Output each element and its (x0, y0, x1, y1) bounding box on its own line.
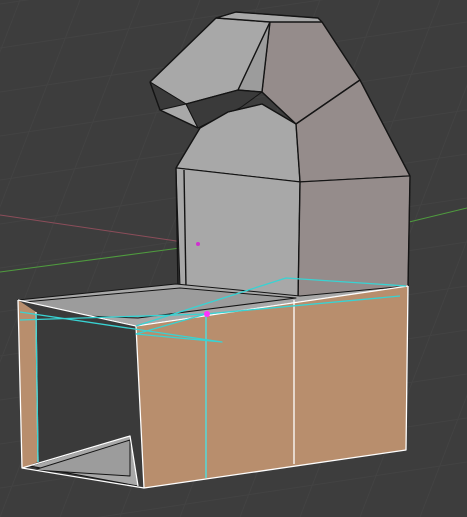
object-origin (196, 242, 200, 246)
viewport-canvas[interactable] (0, 0, 467, 517)
active-vertex[interactable] (204, 311, 210, 317)
mesh-object[interactable] (17, 11, 411, 489)
mesh-face (297, 175, 411, 301)
mesh-face (175, 167, 301, 301)
grid-line (0, 0, 21, 54)
y-axis-line-far (404, 207, 467, 224)
3d-viewport[interactable] (0, 0, 467, 517)
x-axis-line (0, 214, 191, 244)
grid-line (0, 0, 31, 5)
y-axis-line (0, 247, 181, 273)
